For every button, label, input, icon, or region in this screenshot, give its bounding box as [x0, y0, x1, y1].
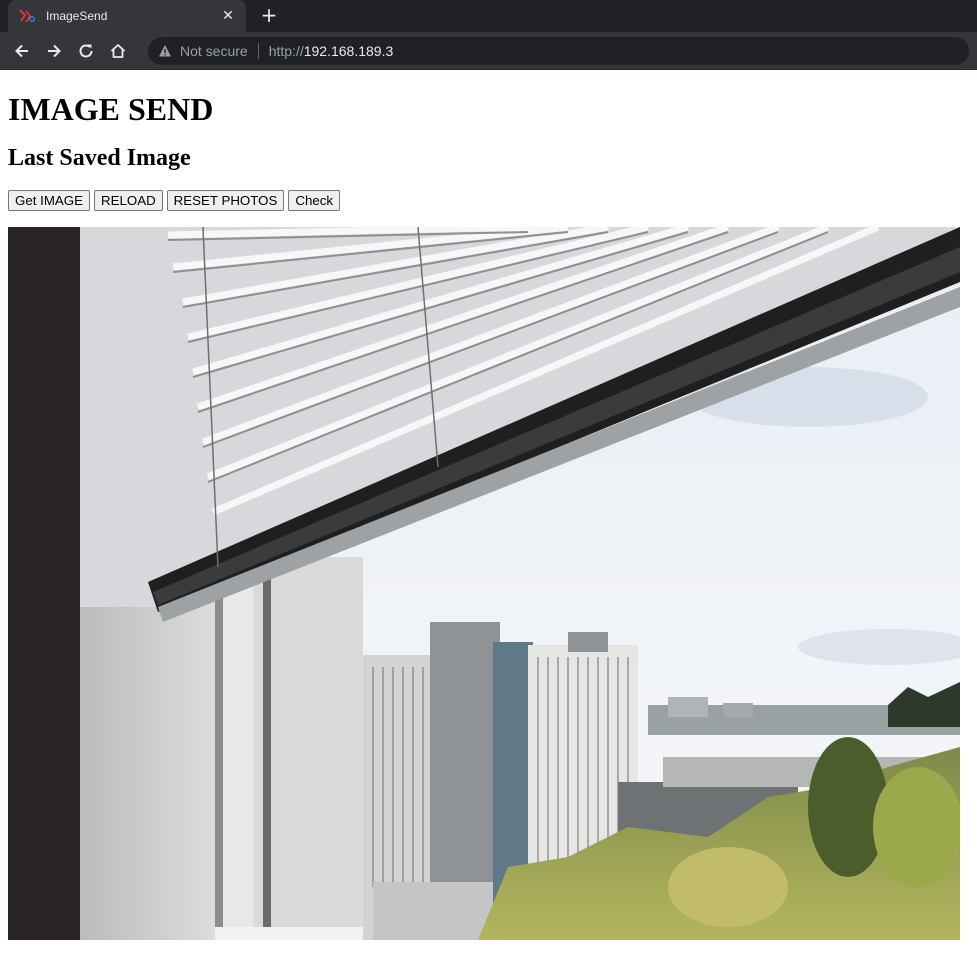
reload-icon	[79, 43, 93, 57]
tab-close-icon[interactable]: ✕	[220, 8, 236, 24]
new-tab-plus-icon[interactable]: +	[258, 4, 280, 26]
address-bar[interactable]: Not secure http:// 192.168.189.3	[148, 36, 969, 65]
page-subtitle: Last Saved Image	[8, 145, 191, 171]
home-icon	[110, 43, 126, 58]
page-content: IMAGE SEND Last Saved Image Get IMAGE RE…	[0, 91, 977, 940]
forward-arrow-icon	[48, 44, 61, 57]
get-image-button[interactable]: Get IMAGE	[8, 190, 90, 211]
tab-title: ImageSend	[46, 9, 108, 23]
browser-tab[interactable]: ImageSend ✕	[8, 0, 246, 32]
forward-button[interactable]	[40, 37, 68, 65]
url-scheme: http://	[268, 42, 304, 59]
app-favicon-icon	[19, 9, 35, 23]
page-title: IMAGE SEND	[8, 91, 214, 127]
check-button[interactable]: Check	[288, 190, 341, 211]
back-button[interactable]	[8, 37, 36, 65]
security-label[interactable]: Not secure	[180, 43, 248, 59]
warning-triangle-icon	[159, 44, 171, 56]
back-arrow-icon	[15, 44, 28, 57]
home-button[interactable]	[104, 37, 132, 65]
browser-toolbar: Not secure http:// 192.168.189.3	[0, 32, 977, 70]
omnibox-divider	[257, 42, 259, 59]
reload-page-button[interactable]: RELOAD	[93, 190, 163, 211]
browser-tab-strip: ImageSend ✕ +	[0, 0, 977, 32]
url-host: 192.168.189.3	[303, 42, 394, 59]
reset-photos-button[interactable]: RESET PHOTOS	[166, 190, 285, 211]
last-saved-photo	[8, 227, 960, 940]
reload-button[interactable]	[72, 37, 100, 65]
action-buttons: Get IMAGE RELOAD RESET PHOTOS Check	[8, 190, 969, 211]
